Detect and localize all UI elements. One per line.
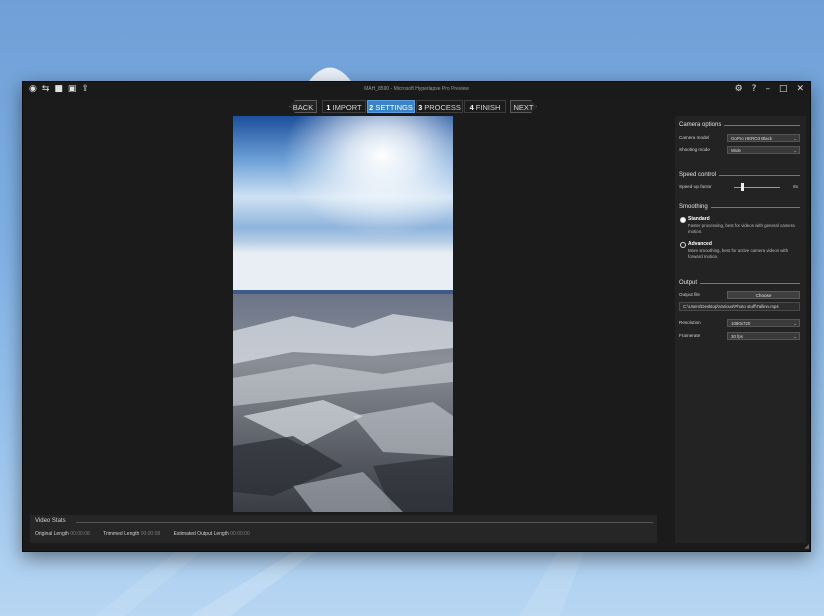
titlebar-controls: ⚙ ? – □ ✕ xyxy=(735,84,804,95)
camera-options-section: Camera options Camera model GoPro HERO3 … xyxy=(679,122,800,154)
select-value: 30 fps xyxy=(731,334,743,339)
output-file-row: Output file Choose xyxy=(679,291,800,300)
chevron-down-icon: ⌄ xyxy=(793,334,797,339)
option-description: More smoothing, best for active camera v… xyxy=(688,248,789,259)
step-label: IMPORT xyxy=(332,103,362,112)
divider xyxy=(76,522,653,523)
output-path-field[interactable]: C:\Users\Desktop\Various\Photo stuff\Tal… xyxy=(679,302,800,311)
video-preview[interactable] xyxy=(233,116,453,512)
chevron-down-icon: ⌄ xyxy=(793,321,797,326)
close-icon[interactable]: ✕ xyxy=(796,84,804,95)
speedup-row: Speed-up factor 8x xyxy=(679,183,800,192)
framerate-label: Framerate xyxy=(679,333,701,338)
choose-button[interactable]: Choose xyxy=(727,291,800,299)
camera-model-row: Camera model GoPro HERO3 Black ⌄ xyxy=(679,134,800,143)
speedup-value: 8x xyxy=(793,184,798,189)
shooting-mode-select[interactable]: Wide ⌄ xyxy=(727,146,800,154)
resolution-label: Resolution xyxy=(679,320,701,325)
section-title: Speed control xyxy=(679,172,800,178)
radio-unselected[interactable] xyxy=(680,242,686,248)
speedup-label: Speed-up factor xyxy=(679,184,712,189)
camera-model-label: Camera model xyxy=(679,135,710,140)
resolution-select[interactable]: 1080x720 ⌄ xyxy=(727,319,800,327)
output-section: Output Output file Choose C:\Users\Deskt… xyxy=(679,280,800,340)
option-label: Standard xyxy=(688,216,710,222)
step-number: 2 xyxy=(369,103,374,112)
chevron-down-icon: ⌄ xyxy=(793,136,797,141)
output-file-label: Output file xyxy=(679,292,700,297)
option-label: Advanced xyxy=(688,241,712,247)
wizard-nav: BACK 1 IMPORT 2 SETTINGS 3 PROCESS 4 FINISH … xyxy=(23,100,810,114)
next-button[interactable]: NEXT xyxy=(510,100,537,113)
resize-grip-icon[interactable]: ◢ xyxy=(804,543,809,550)
step-label: PROCESS xyxy=(424,103,461,112)
step-settings[interactable]: 2 SETTINGS xyxy=(367,100,415,113)
step-process[interactable]: 3 PROCESS xyxy=(416,100,463,113)
shooting-mode-row: Shooting mode Wide ⌄ xyxy=(679,146,800,155)
section-title: Output xyxy=(679,280,800,286)
shooting-mode-label: Shooting mode xyxy=(679,147,710,152)
video-frame-image xyxy=(233,116,453,512)
slider-handle[interactable] xyxy=(741,183,745,191)
resolution-row: Resolution 1080x720 ⌄ xyxy=(679,319,800,328)
section-title: Camera options xyxy=(679,122,800,128)
framerate-select[interactable]: 30 fps ⌄ xyxy=(727,332,800,340)
back-button[interactable]: BACK xyxy=(289,100,317,113)
original-length-value: 00:00:08 xyxy=(70,531,90,537)
step-label: SETTINGS xyxy=(375,103,413,112)
step-import[interactable]: 1 IMPORT xyxy=(322,100,366,113)
video-stats-panel: Video Stats Original Length 00:00:08 Tri… xyxy=(30,515,657,543)
camera-model-select[interactable]: GoPro HERO3 Black ⌄ xyxy=(727,134,800,142)
app-window: ◉ ⇆ ■ ▣ ⇪ MAH_8590 - Microsoft Hyperlaps… xyxy=(22,81,811,552)
settings-panel: Camera options Camera model GoPro HERO3 … xyxy=(675,116,806,543)
original-length-label: Original Length xyxy=(35,531,69,537)
window-title: MAH_8590 - Microsoft Hyperlapse Pro Prev… xyxy=(364,86,469,92)
section-title: Smoothing xyxy=(679,204,800,210)
radio-selected[interactable] xyxy=(680,217,686,223)
video-stats-title: Video Stats xyxy=(35,518,66,524)
select-value: Wide xyxy=(731,148,742,153)
video-stats-row: Original Length 00:00:08 Trimmed Length … xyxy=(35,531,262,537)
chevron-down-icon: ⌄ xyxy=(793,148,797,153)
smoothing-section: Smoothing Standard Faster processing, be… xyxy=(679,204,800,259)
step-number: 3 xyxy=(418,103,423,112)
speed-control-section: Speed control Speed-up factor 8x xyxy=(679,172,800,191)
step-label: FINISH xyxy=(475,103,501,112)
select-value: GoPro HERO3 Black xyxy=(731,136,772,141)
step-finish[interactable]: 4 FINISH xyxy=(464,100,506,113)
help-icon[interactable]: ? xyxy=(752,84,757,95)
trimmed-length-label: Trimmed Length xyxy=(103,531,140,537)
estimated-output-length-label: Estimated Output Length xyxy=(173,531,229,537)
option-description: Faster processing, best for videos with … xyxy=(688,223,795,234)
trimmed-length-value: 00:00:08 xyxy=(140,531,161,537)
minimize-icon[interactable]: – xyxy=(765,84,770,95)
select-value: 1080x720 xyxy=(731,321,751,326)
title-bar: ◉ ⇆ ■ ▣ ⇪ MAH_8590 - Microsoft Hyperlaps… xyxy=(23,82,810,98)
estimated-output-length-value: 00:00:00 xyxy=(230,531,250,537)
gear-icon[interactable]: ⚙ xyxy=(735,84,743,95)
maximize-icon[interactable]: □ xyxy=(779,84,788,95)
step-number: 4 xyxy=(469,103,474,112)
framerate-row: Framerate 30 fps ⌄ xyxy=(679,332,800,341)
step-number: 1 xyxy=(326,103,331,112)
